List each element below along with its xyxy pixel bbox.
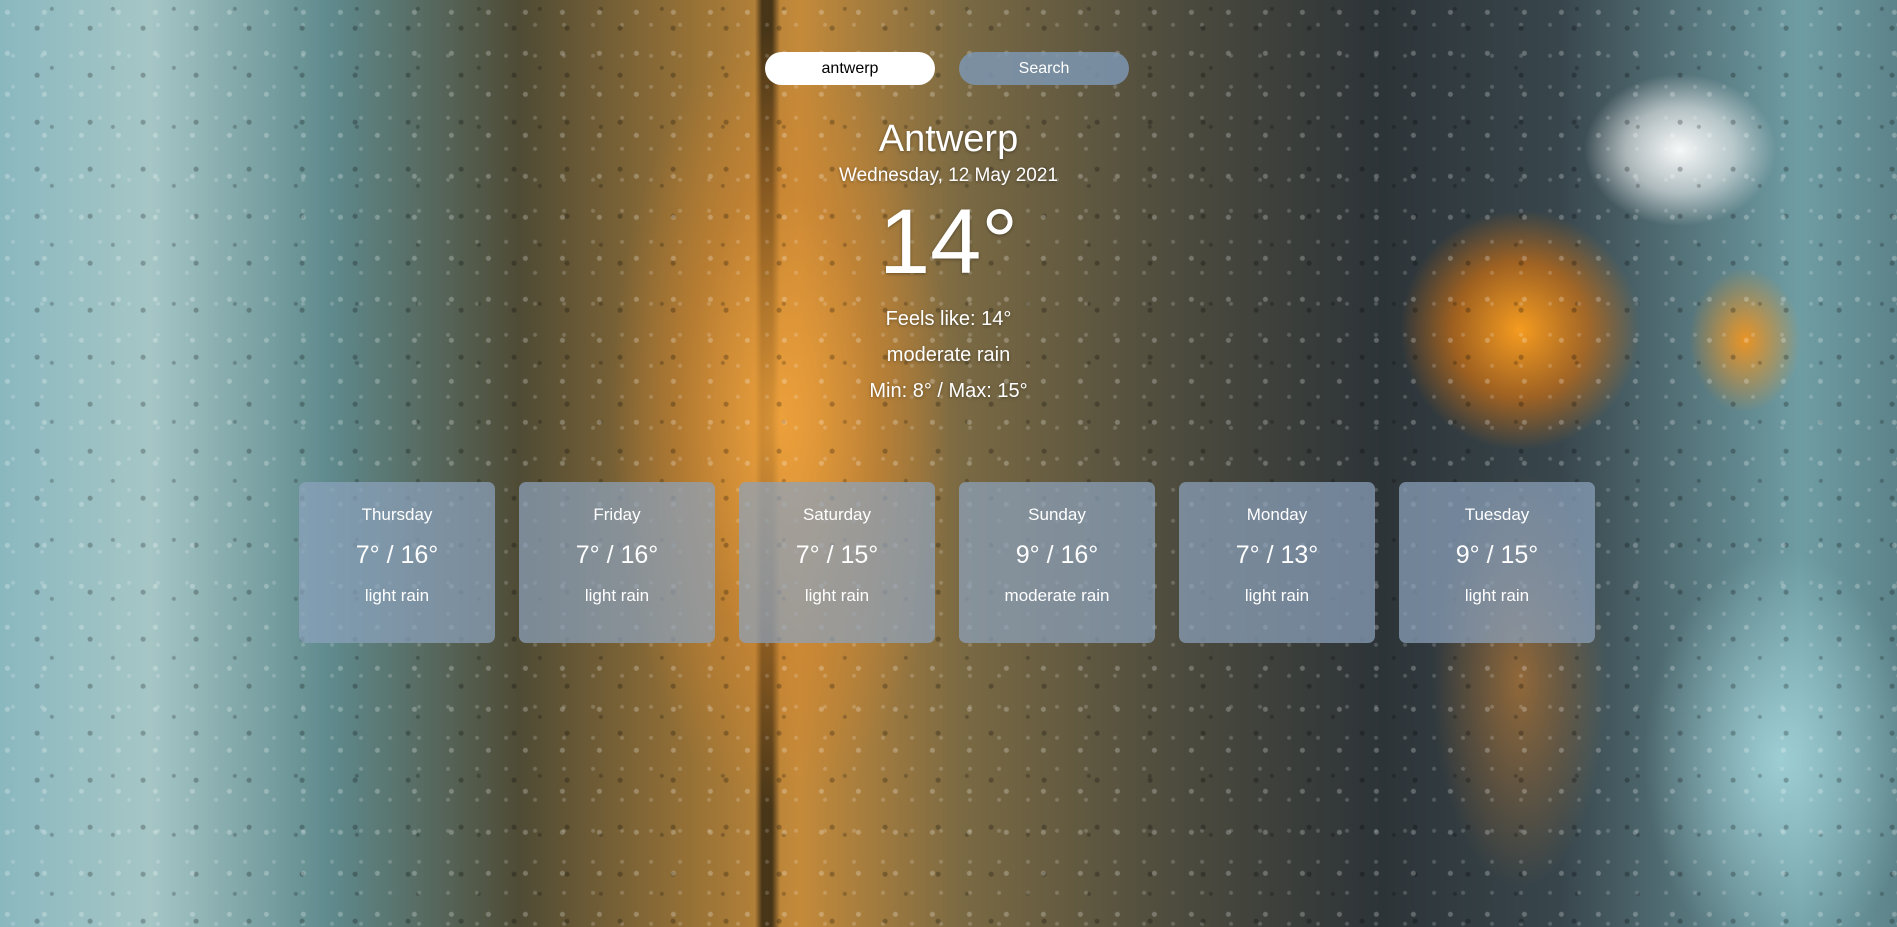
weather-description: moderate rain <box>886 344 1011 366</box>
forecast-description: light rain <box>804 586 870 605</box>
forecast-card-monday: Monday 7° / 13° light rain <box>1179 482 1375 643</box>
forecast-card-thursday: Thursday 7° / 16° light rain <box>299 482 495 643</box>
forecast-day: Friday <box>593 505 641 524</box>
forecast-day: Tuesday <box>1464 505 1530 524</box>
forecast-temps: 7° / 16° <box>575 541 659 569</box>
min-max-temperature: Min: 8° / Max: 15° <box>869 380 1028 402</box>
forecast-day: Saturday <box>802 505 872 524</box>
forecast-temps: 9° / 15° <box>1455 541 1539 569</box>
current-temperature: 14° <box>878 191 1019 293</box>
search-button[interactable]: Search <box>959 52 1129 85</box>
forecast-day: Monday <box>1246 505 1308 524</box>
forecast-card-tuesday: Tuesday 9° / 15° light rain <box>1399 482 1595 643</box>
forecast-temps: 7° / 16° <box>355 541 439 569</box>
forecast-temps: 7° / 13° <box>1235 541 1319 569</box>
city-search-input[interactable] <box>765 52 935 85</box>
forecast-day: Thursday <box>361 505 433 524</box>
search-bar: Search <box>765 52 1129 85</box>
forecast-card-sunday: Sunday 9° / 16° moderate rain <box>959 482 1155 643</box>
forecast-description: light rain <box>1464 586 1530 605</box>
forecast-description: light rain <box>1244 586 1310 605</box>
forecast-description: light rain <box>584 586 650 605</box>
forecast-card-friday: Friday 7° / 16° light rain <box>519 482 715 643</box>
city-name: Antwerp <box>878 118 1019 160</box>
forecast-card-saturday: Saturday 7° / 15° light rain <box>739 482 935 643</box>
forecast-temps: 7° / 15° <box>795 541 879 569</box>
current-weather: Antwerp Wednesday, 12 May 2021 14° Feels… <box>0 116 1897 404</box>
forecast-temps: 9° / 16° <box>1015 541 1099 569</box>
forecast-description: moderate rain <box>1004 586 1110 605</box>
current-date: Wednesday, 12 May 2021 <box>839 165 1058 186</box>
forecast-day: Sunday <box>1028 505 1086 524</box>
forecast-list: Thursday 7° / 16° light rain Friday 7° /… <box>299 482 1595 643</box>
feels-like: Feels like: 14° <box>885 308 1012 330</box>
forecast-description: light rain <box>364 586 430 605</box>
